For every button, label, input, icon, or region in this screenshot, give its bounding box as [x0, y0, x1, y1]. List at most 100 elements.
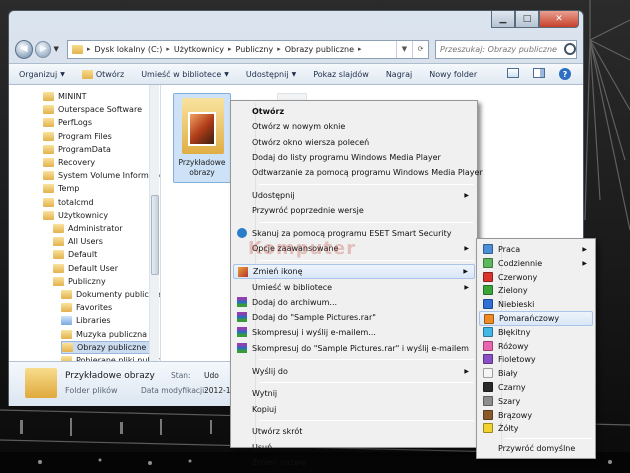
address-dropdown-button[interactable]: ▼ [396, 40, 412, 58]
tree-item-recovery[interactable]: Recovery [43, 156, 157, 169]
tree-item-default-user[interactable]: Default User [53, 262, 157, 275]
tree-item-minint[interactable]: MININT [43, 90, 157, 103]
tree-item-obrazy-publiczne[interactable]: Obrazy publiczne [61, 340, 157, 354]
menu-item-kopiuj[interactable]: Kopiuj [233, 402, 475, 417]
menu-item-skompresuj-do-sample-pictures-rar-i-wyslij-e-mailem[interactable]: Skompresuj do "Sample Pictures.rar" i wy… [233, 341, 475, 356]
slideshow-button[interactable]: Pokaz slajdów [313, 70, 369, 79]
menu-item-przywroc-poprzednie-wersje[interactable]: Przywróć poprzednie wersje [233, 203, 475, 218]
breadcrumb-item[interactable]: Publiczny [236, 45, 274, 54]
open-button[interactable]: Otwórz [81, 69, 124, 79]
tree-item-label: Publiczny [68, 276, 106, 286]
menu-item-label: Skompresuj do "Sample Pictures.rar" i wy… [252, 343, 469, 353]
menu-item-dodaj-do-listy-programu-windows-media-player[interactable]: Dodaj do listy programu Windows Media Pl… [233, 150, 475, 165]
menu-item-szary[interactable]: Szary [479, 394, 593, 409]
new-folder-button[interactable]: Nowy folder [429, 70, 477, 79]
scrollbar-thumb[interactable] [151, 195, 159, 275]
menu-item-dodaj-do-archiwum[interactable]: Dodaj do archiwum... [233, 295, 475, 310]
menu-item-udostepnij[interactable]: Udostępnij ▶ [233, 188, 475, 203]
minimize-button[interactable]: ▁ [491, 11, 515, 28]
tree-item-programdata[interactable]: ProgramData [43, 143, 157, 156]
folder-icon [43, 144, 54, 154]
submenu-arrow-icon: ▶ [464, 283, 469, 291]
organize-button[interactable]: Organizuj ▼ [19, 70, 65, 79]
forward-button[interactable]: ▶ [35, 40, 52, 58]
tree-item-system-volume-information[interactable]: System Volume Information [43, 169, 160, 182]
tree-item-dokumenty-publiczne[interactable]: Dokumenty publiczne [61, 288, 160, 301]
menu-item-czerwony[interactable]: Czerwony [479, 270, 593, 285]
menu-item-bialy[interactable]: Biały [479, 366, 593, 381]
tree-item-favorites[interactable]: Favorites [61, 301, 157, 314]
tree-item-muzyka-publiczna[interactable]: Muzyka publiczna [61, 328, 157, 341]
menu-item-fioletowy[interactable]: Fioletowy [479, 352, 593, 367]
tree-item-uzytkownicy[interactable]: Użytkownicy [43, 209, 157, 222]
menu-item-wytnij[interactable]: Wytnij [233, 386, 475, 401]
menu-item-pomaranczowy[interactable]: Pomarańczowy [479, 311, 593, 326]
tree-item-outerspace-software[interactable]: Outerspace Software [43, 103, 157, 116]
menu-item-rozowy[interactable]: Różowy [479, 339, 593, 354]
arrow-left-icon: ◀ [20, 44, 28, 54]
search-box[interactable] [435, 39, 577, 59]
burn-button[interactable]: Nagraj [386, 70, 412, 79]
szary-folder-icon [483, 395, 493, 406]
menu-item-odtwarzanie-za-pomoca-programu-windows-media-player[interactable]: Odtwarzanie za pomocą programu Windows M… [233, 165, 483, 180]
menu-item-skanuj-za-pomoca-programu-eset-smart-security[interactable]: Skanuj za pomocą programu ESET Smart Sec… [233, 226, 475, 241]
bialy-folder-icon [483, 368, 493, 379]
menu-item-usun[interactable]: Usuń [233, 440, 475, 455]
menu-item-dodaj-do-sample-pictures-rar[interactable]: Dodaj do "Sample Pictures.rar" [233, 310, 475, 325]
tree-item-totalcmd[interactable]: totalcmd [43, 196, 157, 209]
menu-item-otworz[interactable]: Otwórz [233, 104, 475, 119]
menu-item-zmien-ikone[interactable]: Zmień ikonę ▶ [233, 264, 475, 280]
menu-separator [259, 359, 474, 360]
menu-item-umiesc-w-bibliotece[interactable]: Umieść w bibliotece ▶ [233, 280, 475, 295]
tree-item-libraries[interactable]: Libraries [61, 314, 157, 327]
tree-item-program-files[interactable]: Program Files [43, 130, 157, 143]
menu-item-czarny[interactable]: Czarny [479, 380, 593, 395]
menu-item-zolty[interactable]: Żółty [479, 421, 593, 436]
tree-item-temp[interactable]: Temp [43, 182, 157, 195]
menu-item-otworz-okno-wiersza-polecen[interactable]: Otwórz okno wiersza poleceń [233, 135, 475, 150]
help-icon[interactable]: ? [559, 68, 571, 80]
menu-item-label: Szary [498, 396, 521, 406]
menu-item-praca[interactable]: Praca ▶ [479, 242, 593, 257]
refresh-button[interactable]: ⟳ [412, 40, 428, 58]
menu-item-przywroc-domyslne[interactable]: Przywróć domyślne [479, 441, 593, 456]
navigation-scrollbar[interactable] [149, 85, 159, 361]
preview-pane-icon[interactable] [533, 68, 545, 78]
menu-item-niebieski[interactable]: Niebieski [479, 297, 593, 312]
tree-item-perflogs[interactable]: PerfLogs [43, 116, 157, 129]
command-bar: Organizuj ▼ Otwórz Umieść w bibliotece ▼… [9, 63, 583, 85]
tree-item-administrator[interactable]: Administrator [53, 222, 157, 235]
tree-item-publiczny[interactable]: Publiczny [53, 275, 157, 288]
arrow-right-icon: ▶ [39, 44, 47, 54]
menu-item-blekitny[interactable]: Błękitny [479, 325, 593, 340]
menu-item-zielony[interactable]: Zielony [479, 283, 593, 298]
change-view-icon[interactable] [507, 68, 519, 78]
breadcrumb-item[interactable]: Dysk lokalny (C:) [95, 45, 163, 54]
close-button[interactable]: ✕ [539, 11, 579, 28]
submenu-arrow-icon: ▶ [464, 245, 469, 253]
menu-separator [259, 221, 474, 223]
include-in-library-button[interactable]: Umieść w bibliotece ▼ [141, 70, 229, 79]
breadcrumb-item[interactable]: Obrazy publiczne [285, 45, 354, 54]
share-button[interactable]: Udostępnij ▼ [246, 70, 296, 79]
menu-item-wyslij-do[interactable]: Wyślij do ▶ [233, 364, 475, 379]
breadcrumb-item[interactable]: Użytkownicy [174, 45, 224, 54]
tree-item-all-users[interactable]: All Users [53, 235, 157, 248]
menu-item-zmien-nazwe[interactable]: Zmień nazwę [233, 455, 475, 470]
menu-item-opcje-zaawansowane[interactable]: Opcje zaawansowane ▶ [233, 241, 475, 256]
menu-item-codziennie[interactable]: Codziennie ▶ [479, 256, 593, 271]
maximize-button[interactable]: □ [515, 11, 539, 28]
menu-item-skompresuj-i-wyslij-e-mailem[interactable]: Skompresuj i wyślij e-mailem... [233, 325, 475, 340]
menu-item-utworz-skrot[interactable]: Utwórz skrót [233, 424, 475, 439]
search-input[interactable] [440, 44, 562, 54]
recent-pages-dropdown[interactable]: ▼ [53, 45, 63, 53]
back-button[interactable]: ◀ [15, 39, 34, 59]
tree-item-pobierane-pliki-publiczn[interactable]: Pobierane pliki publiczn [61, 354, 160, 361]
search-icon[interactable] [564, 43, 576, 55]
menu-item-brazowy[interactable]: Brązowy [479, 408, 593, 423]
burn-label: Nagraj [385, 69, 413, 79]
tree-item-default[interactable]: Default [53, 248, 157, 261]
menu-item-otworz-w-nowym-oknie[interactable]: Otwórz w nowym oknie [233, 119, 475, 134]
folder-item-selected[interactable]: Przykładowe obrazy [173, 93, 231, 183]
address-bar[interactable]: ▸ Dysk lokalny (C:) ▸ Użytkownicy ▸ Publ… [66, 39, 429, 59]
